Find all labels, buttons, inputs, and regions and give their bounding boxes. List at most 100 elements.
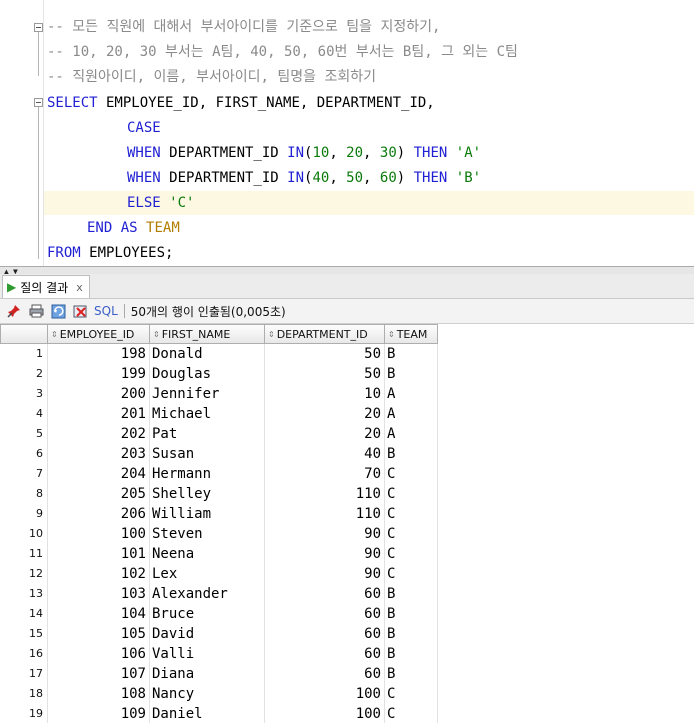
employee-id-cell[interactable]: 108 [48, 684, 150, 704]
sort-icon[interactable]: ⇕ [153, 330, 160, 339]
employee-id-cell[interactable]: 103 [48, 584, 150, 604]
department-id-cell[interactable]: 20 [265, 424, 385, 444]
first-name-cell[interactable]: Lex [150, 564, 265, 584]
first-name-cell[interactable]: Donald [150, 344, 265, 364]
team-cell[interactable]: B [385, 584, 438, 604]
first-name-cell[interactable]: Valli [150, 644, 265, 664]
sort-icon[interactable]: ⇕ [51, 330, 58, 339]
employee-id-cell[interactable]: 204 [48, 464, 150, 484]
employee-id-cell[interactable]: 101 [48, 544, 150, 564]
refresh-icon[interactable] [50, 303, 66, 319]
team-cell[interactable]: C [385, 484, 438, 504]
department-id-cell[interactable]: 60 [265, 624, 385, 644]
tab-query-result[interactable]: ▶ 질의 결과 x [2, 275, 90, 298]
team-cell[interactable]: A [385, 384, 438, 404]
table-row[interactable]: 5 202 Pat 20 A [0, 424, 438, 444]
first-name-cell[interactable]: Bruce [150, 604, 265, 624]
team-cell[interactable]: C [385, 524, 438, 544]
team-cell[interactable]: C [385, 464, 438, 484]
employee-id-cell[interactable]: 109 [48, 704, 150, 723]
table-row[interactable]: 13 103 Alexander 60 B [0, 584, 438, 604]
department-id-cell[interactable]: 70 [265, 464, 385, 484]
results-grid[interactable]: ⇕ EMPLOYEE_ID ⇕ FIRST_NAME ⇕ DEPARTMENT_ID … [0, 324, 694, 723]
first-name-cell[interactable]: David [150, 624, 265, 644]
table-row[interactable]: 1 198 Donald 50 B [0, 344, 438, 364]
sql-button[interactable]: SQL [94, 304, 118, 318]
first-name-cell[interactable]: Nancy [150, 684, 265, 704]
table-row[interactable]: 11 101 Neena 90 C [0, 544, 438, 564]
team-cell[interactable]: C [385, 704, 438, 723]
print-icon[interactable] [28, 303, 44, 319]
team-cell[interactable]: C [385, 564, 438, 584]
table-row[interactable]: 16 106 Valli 60 B [0, 644, 438, 664]
first-name-cell[interactable]: Pat [150, 424, 265, 444]
table-row[interactable]: 14 104 Bruce 60 B [0, 604, 438, 624]
department-id-cell[interactable]: 110 [265, 484, 385, 504]
sort-icon[interactable]: ⇕ [268, 330, 275, 339]
department-id-cell[interactable]: 20 [265, 404, 385, 424]
department-id-cell[interactable]: 60 [265, 584, 385, 604]
close-icon[interactable]: x [76, 281, 83, 294]
team-cell[interactable]: B [385, 364, 438, 384]
fold-icon[interactable] [34, 98, 43, 107]
table-row[interactable]: 18 108 Nancy 100 C [0, 684, 438, 704]
column-header-employee-id[interactable]: ⇕ EMPLOYEE_ID [48, 324, 150, 344]
table-row[interactable]: 17 107 Diana 60 B [0, 664, 438, 684]
first-name-cell[interactable]: Shelley [150, 484, 265, 504]
first-name-cell[interactable]: Steven [150, 524, 265, 544]
table-row[interactable]: 4 201 Michael 20 A [0, 404, 438, 424]
employee-id-cell[interactable]: 199 [48, 364, 150, 384]
first-name-cell[interactable]: Diana [150, 664, 265, 684]
table-row[interactable]: 19 109 Daniel 100 C [0, 704, 438, 723]
department-id-cell[interactable]: 90 [265, 524, 385, 544]
employee-id-cell[interactable]: 105 [48, 624, 150, 644]
employee-id-cell[interactable]: 205 [48, 484, 150, 504]
department-id-cell[interactable]: 60 [265, 664, 385, 684]
department-id-cell[interactable]: 50 [265, 344, 385, 364]
team-cell[interactable]: C [385, 544, 438, 564]
department-id-cell[interactable]: 50 [265, 364, 385, 384]
team-cell[interactable]: B [385, 604, 438, 624]
employee-id-cell[interactable]: 107 [48, 664, 150, 684]
employee-id-cell[interactable]: 100 [48, 524, 150, 544]
fold-icon[interactable] [34, 23, 43, 32]
column-header-team[interactable]: ⇕ TEAM [385, 324, 438, 344]
column-header-department-id[interactable]: ⇕ DEPARTMENT_ID [265, 324, 385, 344]
first-name-cell[interactable]: Neena [150, 544, 265, 564]
department-id-cell[interactable]: 100 [265, 684, 385, 704]
department-id-cell[interactable]: 100 [265, 704, 385, 723]
employee-id-cell[interactable]: 102 [48, 564, 150, 584]
department-id-cell[interactable]: 40 [265, 444, 385, 464]
employee-id-cell[interactable]: 206 [48, 504, 150, 524]
first-name-cell[interactable]: Jennifer [150, 384, 265, 404]
column-header-first-name[interactable]: ⇕ FIRST_NAME [150, 324, 265, 344]
table-row[interactable]: 6 203 Susan 40 B [0, 444, 438, 464]
team-cell[interactable]: C [385, 504, 438, 524]
employee-id-cell[interactable]: 202 [48, 424, 150, 444]
first-name-cell[interactable]: Douglas [150, 364, 265, 384]
table-row[interactable]: 7 204 Hermann 70 C [0, 464, 438, 484]
department-id-cell[interactable]: 60 [265, 644, 385, 664]
first-name-cell[interactable]: Alexander [150, 584, 265, 604]
team-cell[interactable]: A [385, 404, 438, 424]
team-cell[interactable]: B [385, 644, 438, 664]
first-name-cell[interactable]: Hermann [150, 464, 265, 484]
team-cell[interactable]: B [385, 664, 438, 684]
pin-icon[interactable] [6, 303, 22, 319]
table-row[interactable]: 15 105 David 60 B [0, 624, 438, 644]
employee-id-cell[interactable]: 200 [48, 384, 150, 404]
department-id-cell[interactable]: 10 [265, 384, 385, 404]
team-cell[interactable]: A [385, 424, 438, 444]
first-name-cell[interactable]: William [150, 504, 265, 524]
table-row[interactable]: 8 205 Shelley 110 C [0, 484, 438, 504]
sort-icon[interactable]: ⇕ [388, 330, 395, 339]
employee-id-cell[interactable]: 201 [48, 404, 150, 424]
delete-icon[interactable] [72, 303, 88, 319]
table-row[interactable]: 9 206 William 110 C [0, 504, 438, 524]
sql-editor[interactable]: -- 모든 직원에 대해서 부서아이디를 기준으로 팀을 지정하기, -- 10… [0, 0, 694, 266]
team-cell[interactable]: B [385, 624, 438, 644]
team-cell[interactable]: C [385, 684, 438, 704]
department-id-cell[interactable]: 60 [265, 604, 385, 624]
employee-id-cell[interactable]: 104 [48, 604, 150, 624]
department-id-cell[interactable]: 90 [265, 564, 385, 584]
